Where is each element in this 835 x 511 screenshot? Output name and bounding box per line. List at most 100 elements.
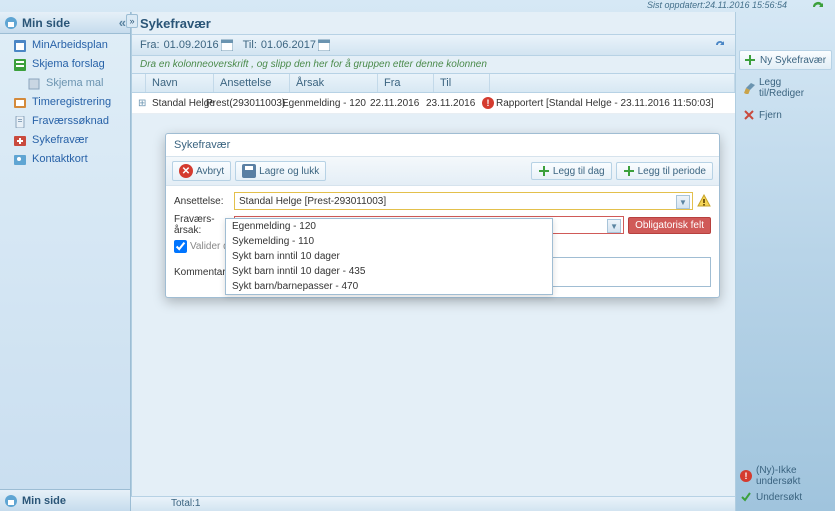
- sidebar-header: Min side «: [0, 12, 130, 34]
- th-til[interactable]: Til: [434, 74, 490, 92]
- refresh-icon[interactable]: [713, 38, 727, 52]
- sidebar-item-label: Fraværssøknad: [32, 114, 109, 129]
- ansettelse-select[interactable]: Standal Helge [Prest-293011003] ▼: [234, 192, 693, 210]
- last-updated-label: Sist oppdatert:24.11.2016 15:56:54: [647, 0, 787, 10]
- th-arsak[interactable]: Årsak: [290, 74, 378, 92]
- legend: ! (Ny)-Ikke undersøkt Undersøkt: [736, 461, 835, 511]
- cell-til: 23.11.2016: [420, 96, 476, 111]
- sidebar-collapse-icon[interactable]: «: [119, 15, 126, 30]
- cancel-icon: ✕: [179, 164, 193, 178]
- cell-fra: 22.11.2016: [364, 96, 420, 111]
- date-from-value[interactable]: 01.09.2016: [164, 39, 219, 51]
- cell-arsak: Egenmelding - 120: [276, 96, 364, 111]
- contact-icon: [14, 154, 28, 166]
- button-label: Ny Sykefravær: [760, 55, 826, 66]
- clock-icon: [14, 97, 28, 109]
- sidebar-item-minarbeidsplan[interactable]: MinArbeidsplan: [0, 36, 130, 55]
- dropdown-option[interactable]: Sykt barn inntil 10 dager - 435: [226, 264, 552, 279]
- plus-icon: [623, 165, 635, 177]
- add-period-button[interactable]: Legg til periode: [616, 162, 713, 180]
- date-to-value[interactable]: 01.06.2017: [261, 39, 316, 51]
- plus-icon: [538, 165, 550, 177]
- table-body: ⊞ Standal Helge Prest(293011003) Egenmel…: [132, 93, 735, 114]
- calendar-picker-icon[interactable]: [221, 39, 233, 51]
- th-navn[interactable]: Navn: [146, 74, 214, 92]
- sidebar-item-label: Kontaktkort: [32, 152, 88, 167]
- sidebar-item-label: Skjema forslag: [32, 57, 105, 72]
- sidebar-item-label: Sykefravær: [32, 133, 88, 148]
- th-ansettelse[interactable]: Ansettelse: [214, 74, 290, 92]
- legend-label: (Ny)-Ikke undersøkt: [756, 465, 831, 487]
- dropdown-option[interactable]: Egenmelding - 120: [226, 219, 552, 234]
- pencil-icon: [743, 82, 755, 94]
- right-panel: Ny Sykefravær Legg til/Rediger Fjern ! (…: [735, 12, 835, 511]
- calendar-icon: [14, 40, 28, 52]
- expand-handle-icon[interactable]: »: [126, 14, 138, 28]
- page-title: Sykefravær: [132, 12, 735, 34]
- sidebar-items: MinArbeidsplan Skjema forslag Skjema mal…: [0, 34, 130, 489]
- chevron-down-icon[interactable]: ▼: [676, 195, 690, 209]
- home-icon: [4, 16, 18, 30]
- warning-icon: [697, 194, 711, 208]
- sidebar-item-fravaerssoknad[interactable]: Fraværssøknad: [0, 112, 130, 131]
- legend-not-examined: ! (Ny)-Ikke undersøkt: [740, 465, 831, 487]
- button-label: Legg til dag: [553, 166, 605, 177]
- chevron-down-icon[interactable]: ▼: [607, 219, 621, 233]
- save-button[interactable]: Lagre og lukk: [235, 161, 326, 181]
- sidebar-item-kontaktkort[interactable]: Kontaktkort: [0, 150, 130, 169]
- th-fra[interactable]: Fra: [378, 74, 434, 92]
- dropdown-option[interactable]: Sykt barn/barnepasser - 470: [226, 279, 552, 294]
- add-day-button[interactable]: Legg til dag: [531, 162, 612, 180]
- refresh-status-icon[interactable]: [811, 0, 827, 14]
- dialog-toolbar: ✕ Avbryt Lagre og lukk Legg til dag Legg…: [166, 157, 719, 186]
- form-icon: [14, 59, 28, 71]
- calendar-picker-icon[interactable]: [318, 39, 330, 51]
- sidebar: Min side « MinArbeidsplan Skjema forslag…: [0, 12, 131, 511]
- plus-icon: [744, 54, 756, 66]
- alert-icon: !: [740, 470, 752, 482]
- new-sykefravaer-button[interactable]: Ny Sykefravær: [739, 50, 832, 70]
- save-icon: [242, 164, 256, 178]
- footer-total: Total:1: [131, 496, 735, 511]
- table-row[interactable]: ⊞ Standal Helge Prest(293011003) Egenmel…: [132, 93, 735, 114]
- sidebar-item-sykefravaer[interactable]: Sykefravær: [0, 131, 130, 150]
- button-label: Legg til periode: [638, 166, 706, 177]
- table-header: Navn Ansettelse Årsak Fra Til: [132, 73, 735, 93]
- button-label: Legg til/Rediger: [759, 77, 828, 99]
- edit-button[interactable]: Legg til/Rediger: [739, 74, 832, 102]
- legend-label: Undersøkt: [756, 492, 802, 503]
- date-from-label: Fra:: [140, 39, 160, 51]
- legend-examined: Undersøkt: [740, 491, 831, 503]
- sidebar-item-timeregistrering[interactable]: Timeregistrering: [0, 93, 130, 112]
- date-range-bar: Fra: 01.09.2016 Til: 01.06.2017: [132, 34, 735, 56]
- checkbox-input[interactable]: [174, 240, 187, 253]
- cell-ansettelse: Prest(293011003): [200, 96, 276, 111]
- button-label: Avbryt: [196, 166, 224, 177]
- delete-icon: [743, 109, 755, 121]
- date-to-label: Til:: [243, 39, 257, 51]
- button-label: Fjern: [759, 110, 782, 121]
- home-icon: [4, 494, 18, 508]
- sidebar-item-skjemaforslag[interactable]: Skjema forslag: [0, 55, 130, 74]
- button-label: Lagre og lukk: [259, 166, 319, 177]
- sidebar-footer-label: Min side: [22, 495, 66, 507]
- medkit-icon: [14, 135, 28, 147]
- obligatory-badge: Obligatorisk felt: [628, 217, 711, 234]
- check-icon: [740, 491, 752, 503]
- th-status: [490, 74, 735, 92]
- dropdown-option[interactable]: Sykt barn inntil 10 dager: [226, 249, 552, 264]
- cell-status: Rapportert [Standal Helge - 23.11.2016 1…: [490, 96, 735, 111]
- sidebar-title: Min side: [22, 16, 70, 30]
- arsak-dropdown-list: Egenmelding - 120 Sykemelding - 110 Sykt…: [225, 218, 553, 295]
- remove-button[interactable]: Fjern: [739, 106, 832, 124]
- template-icon: [28, 78, 42, 90]
- dropdown-option[interactable]: Sykemelding - 110: [226, 234, 552, 249]
- row-expand-icon[interactable]: ⊞: [132, 96, 146, 111]
- th-expand: [132, 74, 146, 92]
- select-value: Standal Helge [Prest-293011003]: [239, 196, 386, 207]
- status-alert-icon: !: [476, 95, 490, 111]
- cancel-button[interactable]: ✕ Avbryt: [172, 161, 231, 181]
- sidebar-footer[interactable]: Min side: [0, 489, 130, 511]
- sidebar-item-label: MinArbeidsplan: [32, 38, 108, 53]
- sidebar-item-skjemamal[interactable]: Skjema mal: [0, 74, 130, 93]
